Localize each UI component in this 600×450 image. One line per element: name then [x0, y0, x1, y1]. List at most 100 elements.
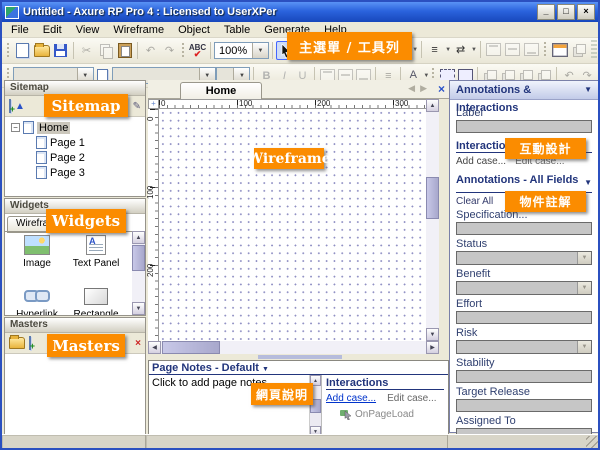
tree-item-page3[interactable]: Page 3: [11, 165, 145, 180]
toolbar-grip[interactable]: [181, 43, 186, 59]
chevron-down-icon[interactable]: ▼: [262, 366, 269, 373]
target-release-input[interactable]: [456, 399, 592, 412]
save-button[interactable]: [51, 41, 70, 60]
widget-image[interactable]: Image: [9, 234, 65, 269]
cut-button[interactable]: ✂: [77, 41, 96, 60]
scrollbar-thumb[interactable]: [132, 245, 145, 271]
inspector-header[interactable]: Annotations & Interactions ▼: [450, 81, 598, 100]
benefit-select[interactable]: ▼: [456, 281, 592, 295]
spellcheck-icon: ABC✔: [189, 44, 206, 58]
widget-hyperlink[interactable]: Hyperlink: [9, 285, 65, 315]
next-tab-icon[interactable]: ▶: [420, 83, 427, 94]
collapse-icon[interactable]: −: [11, 123, 20, 132]
scroll-up-icon[interactable]: ▲: [426, 99, 439, 112]
status-select[interactable]: ▼: [456, 251, 592, 265]
effort-input[interactable]: [456, 311, 592, 324]
scroll-left-icon[interactable]: ◀: [148, 341, 161, 354]
scrollbar-thumb[interactable]: [162, 341, 220, 354]
arrow-style-button[interactable]: ⇄: [451, 40, 470, 59]
page-notes-header[interactable]: Page Notes - Default ▼: [149, 361, 448, 375]
page-icon: [23, 121, 34, 134]
add-case-link[interactable]: Add case...: [456, 156, 506, 167]
add-master-button[interactable]: +: [29, 337, 31, 349]
tab-home[interactable]: Home: [180, 82, 262, 100]
widgets-scrollbar[interactable]: ▲ ▼: [132, 231, 145, 315]
scroll-down-icon[interactable]: ▼: [132, 302, 145, 315]
open-button[interactable]: [32, 41, 51, 60]
align-middle-button[interactable]: [503, 40, 522, 59]
copy-button[interactable]: [96, 41, 115, 60]
paste-button[interactable]: [115, 41, 134, 60]
align-top-button[interactable]: [484, 40, 503, 59]
resize-grip[interactable]: [586, 436, 598, 448]
close-button[interactable]: ×: [577, 4, 595, 20]
line-style-button[interactable]: ≡: [425, 40, 444, 59]
widget-text-panel[interactable]: Text Panel: [68, 234, 124, 269]
widget-list: Image Text Panel Hyperlink Rectangle: [9, 234, 127, 315]
spellcheck-button[interactable]: ABC✔: [188, 41, 207, 60]
maximize-button[interactable]: □: [557, 4, 575, 20]
callout-widgets: Widgets: [46, 209, 126, 233]
interactions-title: Interactions: [326, 377, 444, 390]
widget-rectangle[interactable]: Rectangle: [68, 285, 124, 315]
undo-button[interactable]: ↶: [141, 41, 160, 60]
menu-wireframe[interactable]: Wireframe: [106, 23, 171, 37]
edit-page-button[interactable]: ✎: [133, 101, 141, 112]
add-case-link[interactable]: Add case...: [326, 393, 376, 404]
insert-row-button[interactable]: [569, 40, 588, 59]
delete-master-button[interactable]: ×: [135, 338, 141, 349]
chevron-down-icon[interactable]: ▼: [584, 174, 592, 192]
insert-table-button[interactable]: [550, 40, 569, 59]
menu-object[interactable]: Object: [171, 23, 217, 37]
chevron-down-icon[interactable]: ▼: [412, 47, 418, 53]
redo-button[interactable]: ↷: [160, 41, 179, 60]
align-bottom-icon: [524, 43, 539, 56]
open-master-button[interactable]: [9, 337, 25, 349]
app-icon: [5, 6, 19, 19]
sitemap-tree: − Home Page 1 Page 2 Page 3: [5, 117, 145, 196]
edit-case-link[interactable]: Edit case...: [387, 393, 436, 404]
canvas-horizontal-scrollbar[interactable]: ◀ ▶: [148, 341, 439, 354]
specification-input[interactable]: [456, 222, 592, 235]
prev-tab-icon[interactable]: ◀: [408, 83, 415, 94]
close-tab-icon[interactable]: ×: [438, 82, 445, 96]
masters-list[interactable]: [5, 354, 145, 437]
menu-file[interactable]: File: [4, 23, 36, 37]
chevron-down-icon[interactable]: ▼: [584, 81, 592, 99]
field-label-status: Status: [456, 238, 592, 250]
field-label-stability: Stability: [456, 357, 592, 369]
tree-item-home[interactable]: − Home: [11, 120, 145, 135]
onpageload-event[interactable]: OnPageLoad: [340, 408, 444, 420]
menu-table[interactable]: Table: [217, 23, 257, 37]
chevron-down-icon[interactable]: ▼: [423, 73, 429, 79]
scroll-right-icon[interactable]: ▶: [426, 341, 439, 354]
canvas-vertical-scrollbar[interactable]: ▲ ▼: [426, 99, 439, 341]
scroll-down-icon[interactable]: ▼: [426, 328, 439, 341]
redo-icon: ↷: [165, 44, 174, 57]
align-bottom-button[interactable]: [522, 40, 541, 59]
new-button[interactable]: [13, 41, 32, 60]
ruler-tick-label: 100: [146, 186, 155, 199]
tree-item-page2[interactable]: Page 2: [11, 150, 145, 165]
stability-input[interactable]: [456, 370, 592, 383]
zoom-combobox[interactable]: 100% ▼: [214, 42, 269, 59]
toolbar-grip[interactable]: [543, 42, 548, 58]
add-page-button[interactable]: +: [9, 100, 11, 112]
label-input[interactable]: [456, 120, 592, 133]
toolbar-grip[interactable]: [6, 43, 11, 59]
chevron-down-icon[interactable]: ▼: [252, 43, 268, 58]
menu-view[interactable]: View: [69, 23, 107, 37]
clear-all-link[interactable]: Clear All: [456, 196, 493, 207]
tree-item-page1[interactable]: Page 1: [11, 135, 145, 150]
scrollbar-thumb[interactable]: [426, 177, 439, 219]
toolbar-overflow-button[interactable]: [591, 40, 597, 58]
risk-select[interactable]: ▼: [456, 340, 592, 354]
page-notes-placeholder: Click to add page notes: [152, 377, 267, 389]
move-up-button[interactable]: ▲: [15, 101, 25, 112]
scroll-up-icon[interactable]: ▲: [132, 231, 145, 244]
minimize-button[interactable]: _: [537, 4, 555, 20]
menu-edit[interactable]: Edit: [36, 23, 69, 37]
chevron-down-icon[interactable]: ▼: [471, 47, 477, 53]
wireframe-canvas[interactable]: [159, 109, 426, 341]
insert-row-icon: [573, 44, 585, 56]
